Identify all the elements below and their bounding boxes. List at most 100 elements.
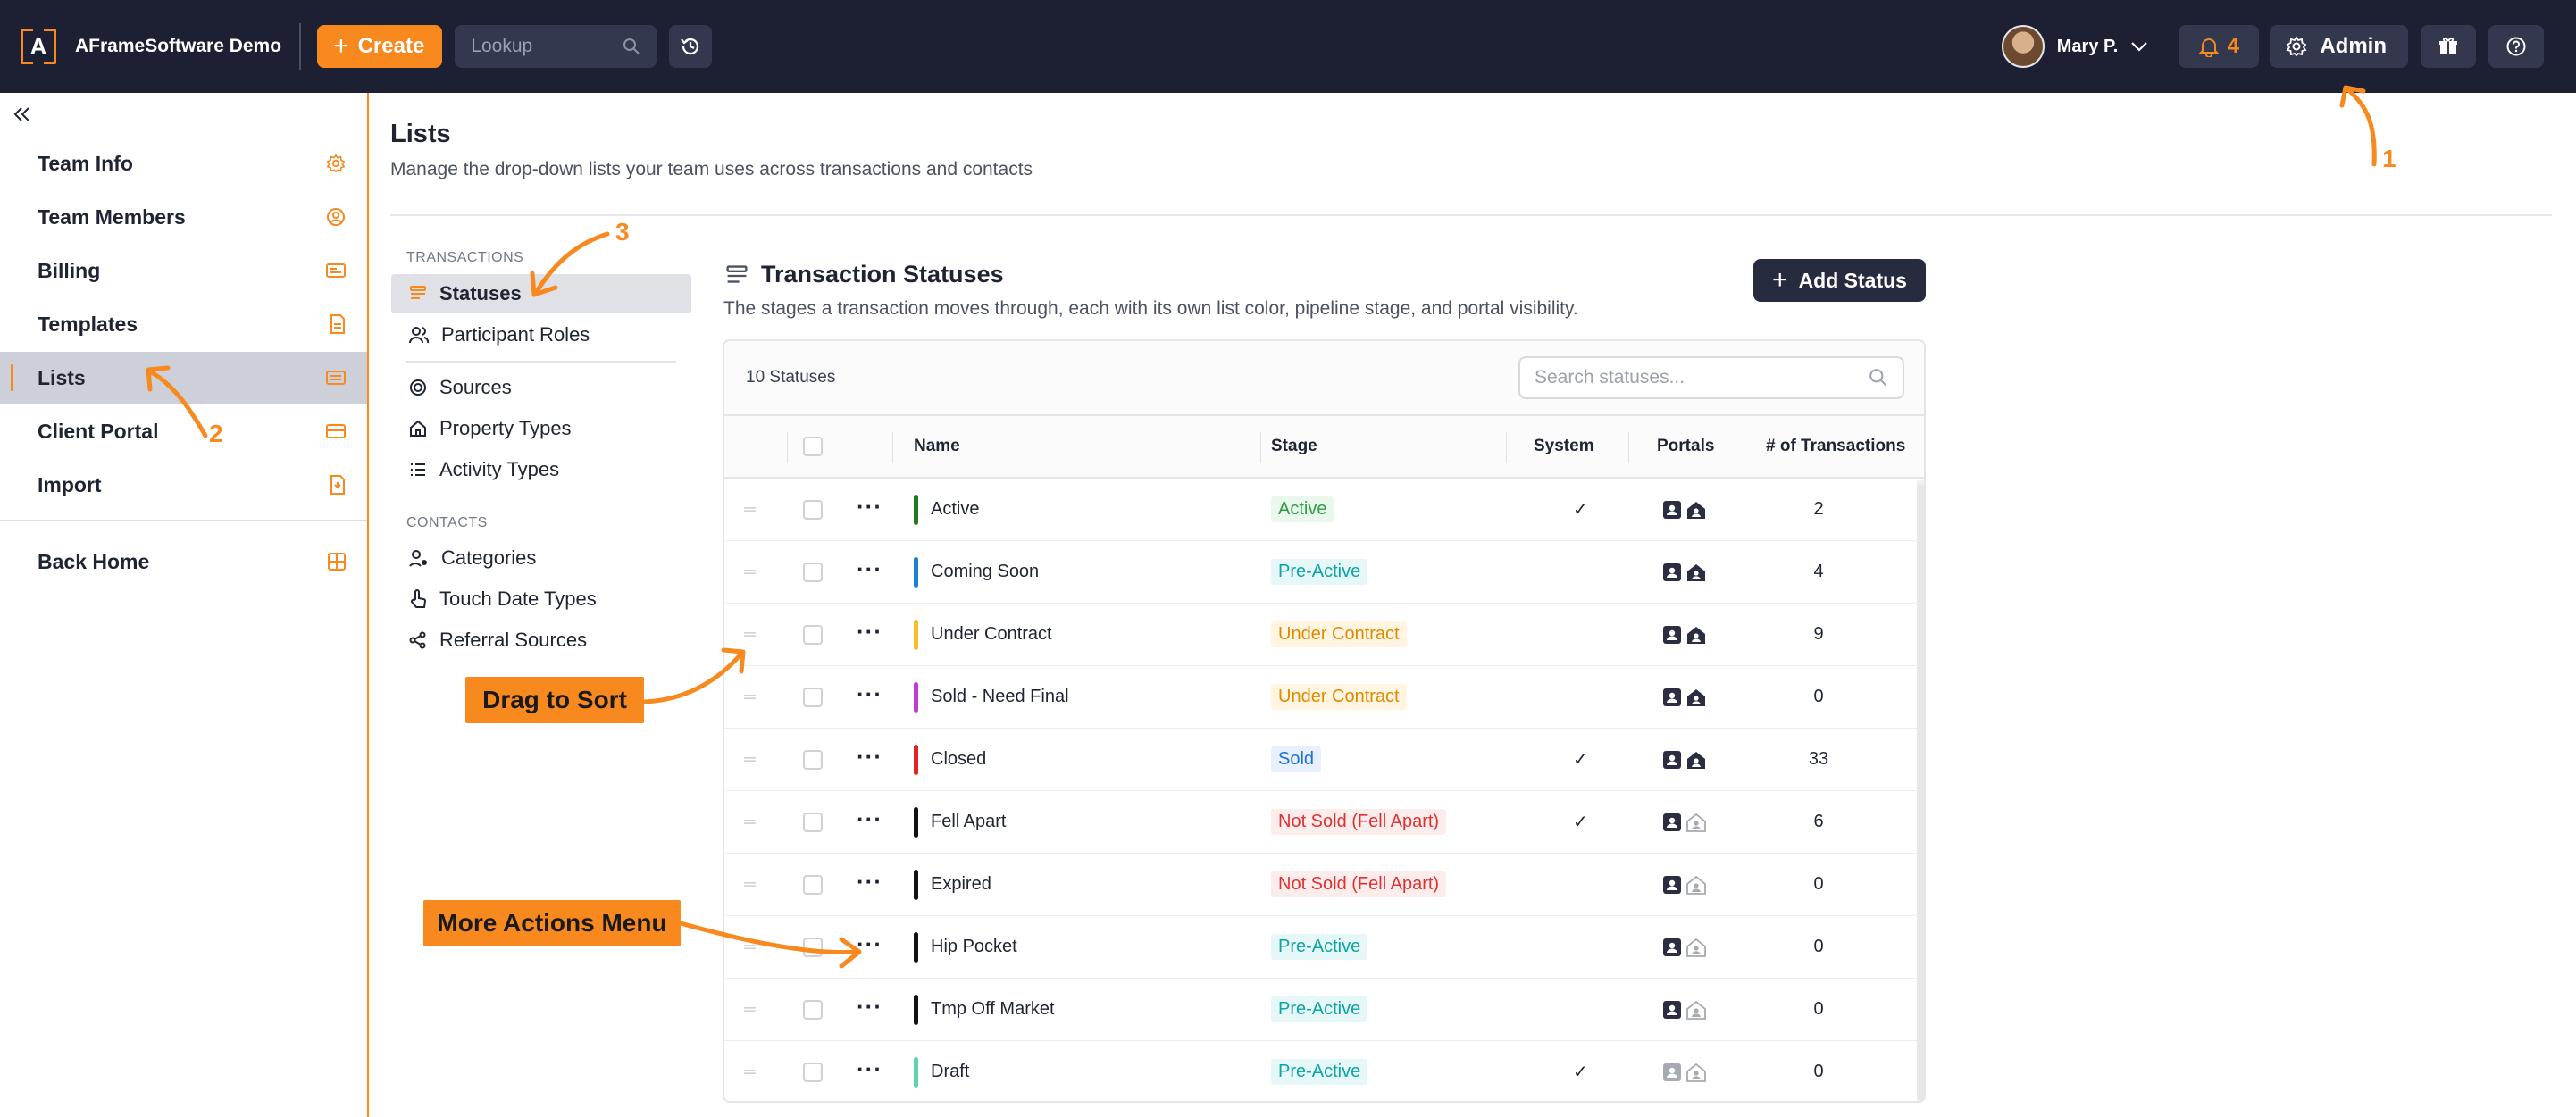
scrollbar-thumb[interactable] (1917, 484, 1924, 1100)
topbar-right: Mary P. 4 Admin (2001, 0, 2576, 93)
transactions-count: 9 (1813, 624, 1824, 644)
more-actions-icon[interactable]: ··· (857, 995, 882, 1018)
table-body: ═ ··· Active Active ✓ 2 ═ ··· Coming Soo… (724, 479, 1924, 1101)
drag-handle-icon[interactable]: ═ (744, 938, 756, 956)
annotation-number-3: 3 (615, 218, 630, 246)
status-color-bar (914, 1056, 918, 1088)
table-row: ═ ··· Under Contract Under Contract 9 (724, 604, 1924, 666)
submenu-item-referral-sources[interactable]: Referral Sources (391, 621, 691, 660)
list-stack-icon (726, 265, 748, 283)
row-checkbox[interactable] (803, 999, 823, 1020)
row-checkbox[interactable] (803, 937, 823, 957)
bell-icon (2198, 38, 2219, 57)
row-checkbox[interactable] (803, 499, 823, 520)
column-header-name[interactable]: Name (914, 416, 960, 477)
plus-icon: + (333, 31, 349, 61)
lookup-input[interactable]: Lookup (455, 25, 657, 68)
sidebar-item-team-info[interactable]: Team Info (0, 138, 367, 189)
logo-letter: A (29, 32, 47, 60)
aframe-logo[interactable]: A (18, 26, 59, 67)
chevron-down-icon[interactable] (2130, 40, 2148, 53)
status-color-bar (914, 681, 918, 713)
help-icon (2506, 37, 2526, 56)
row-checkbox[interactable] (803, 749, 823, 770)
system-check-icon: ✓ (1573, 750, 1588, 770)
collapse-sidebar-icon[interactable] (13, 105, 32, 123)
sidebar-item-client-portal[interactable]: Client Portal (0, 405, 367, 457)
more-actions-icon[interactable]: ··· (857, 1057, 882, 1080)
sidebar-item-billing[interactable]: Billing (0, 245, 367, 296)
submenu-divider (406, 361, 676, 363)
select-all-checkbox[interactable] (803, 437, 823, 456)
more-actions-icon[interactable]: ··· (857, 807, 882, 830)
column-header-stage[interactable]: Stage (1271, 416, 1317, 477)
more-actions-icon[interactable]: ··· (857, 557, 882, 580)
stage-badge: Pre-Active (1271, 996, 1368, 1022)
transactions-count: 0 (1813, 687, 1824, 706)
more-actions-icon[interactable]: ··· (857, 682, 882, 705)
submenu-label: Activity Types (439, 458, 560, 480)
users-icon (409, 327, 429, 344)
submenu-item-activity-types[interactable]: Activity Types (391, 450, 691, 489)
history-button[interactable] (669, 25, 713, 68)
submenu-label: Statuses (439, 282, 522, 304)
house-icon (410, 420, 426, 437)
status-name: Expired (931, 874, 991, 894)
row-checkbox[interactable] (803, 874, 823, 895)
section-title: Transaction Statuses (761, 261, 1004, 288)
drag-handle-icon[interactable]: ═ (744, 563, 756, 581)
sidebar-item-back-home[interactable]: Back Home (0, 536, 367, 588)
submenu-item-sources[interactable]: Sources (391, 368, 691, 407)
drag-handle-icon[interactable]: ═ (744, 875, 756, 894)
row-checkbox[interactable] (803, 624, 823, 645)
column-header-transactions[interactable]: # of Transactions (1766, 416, 1905, 477)
sidebar-item-team-members[interactable]: Team Members (0, 191, 367, 243)
create-button[interactable]: + Create (317, 25, 443, 68)
drag-handle-icon[interactable]: ═ (744, 1063, 756, 1081)
column-header-portals[interactable]: Portals (1657, 416, 1714, 477)
column-header-system[interactable]: System (1534, 416, 1594, 477)
agent-portal-icon (1663, 625, 1681, 644)
sidebar-item-import[interactable]: Import (0, 459, 367, 511)
row-checkbox[interactable] (803, 687, 823, 707)
stage-badge: Under Contract (1271, 621, 1407, 647)
table-row: ═ ··· Coming Soon Pre-Active 4 (724, 541, 1924, 604)
drag-handle-icon[interactable]: ═ (744, 625, 756, 644)
system-check-icon: ✓ (1573, 500, 1588, 520)
drag-handle-icon[interactable]: ═ (744, 500, 756, 519)
help-button[interactable] (2488, 25, 2544, 68)
admin-button[interactable]: Admin (2270, 25, 2408, 68)
drag-handle-icon[interactable]: ═ (744, 750, 756, 769)
gift-button[interactable] (2421, 25, 2476, 68)
plus-icon: + (1772, 265, 1788, 295)
home-portal-icon (1686, 938, 1706, 957)
drag-handle-icon[interactable]: ═ (744, 1000, 756, 1019)
add-status-button[interactable]: + Add Status (1753, 259, 1926, 302)
more-actions-icon[interactable]: ··· (857, 932, 882, 955)
sidebar-item-templates[interactable]: Templates (0, 298, 367, 350)
search-statuses-input[interactable]: Search statuses... (1518, 356, 1904, 399)
row-checkbox[interactable] (803, 1062, 823, 1082)
submenu-item-property-types[interactable]: Property Types (391, 409, 691, 448)
more-actions-icon[interactable]: ··· (857, 620, 882, 643)
submenu-item-statuses[interactable]: Statuses (391, 274, 691, 313)
submenu-item-participant-roles[interactable]: Participant Roles (391, 315, 691, 354)
more-actions-icon[interactable]: ··· (857, 495, 882, 518)
submenu-item-categories[interactable]: Categories (391, 538, 691, 578)
home-portal-icon (1687, 626, 1705, 644)
more-actions-icon[interactable]: ··· (857, 870, 882, 893)
user-name[interactable]: Mary P. (2057, 37, 2119, 57)
notifications-button[interactable]: 4 (2179, 25, 2260, 68)
drag-handle-icon[interactable]: ═ (744, 688, 756, 706)
status-color-bar (914, 744, 918, 775)
row-checkbox[interactable] (803, 562, 823, 582)
drag-handle-icon[interactable]: ═ (744, 813, 756, 831)
sidebar-item-lists[interactable]: Lists (0, 352, 367, 404)
status-name: Hip Pocket (931, 937, 1017, 956)
status-color-bar (914, 994, 918, 1025)
submenu-label: Touch Date Types (439, 588, 597, 610)
more-actions-icon[interactable]: ··· (857, 745, 882, 768)
avatar[interactable] (2001, 25, 2045, 68)
submenu-item-touch-date-types[interactable]: Touch Date Types (391, 579, 691, 619)
row-checkbox[interactable] (803, 812, 823, 832)
